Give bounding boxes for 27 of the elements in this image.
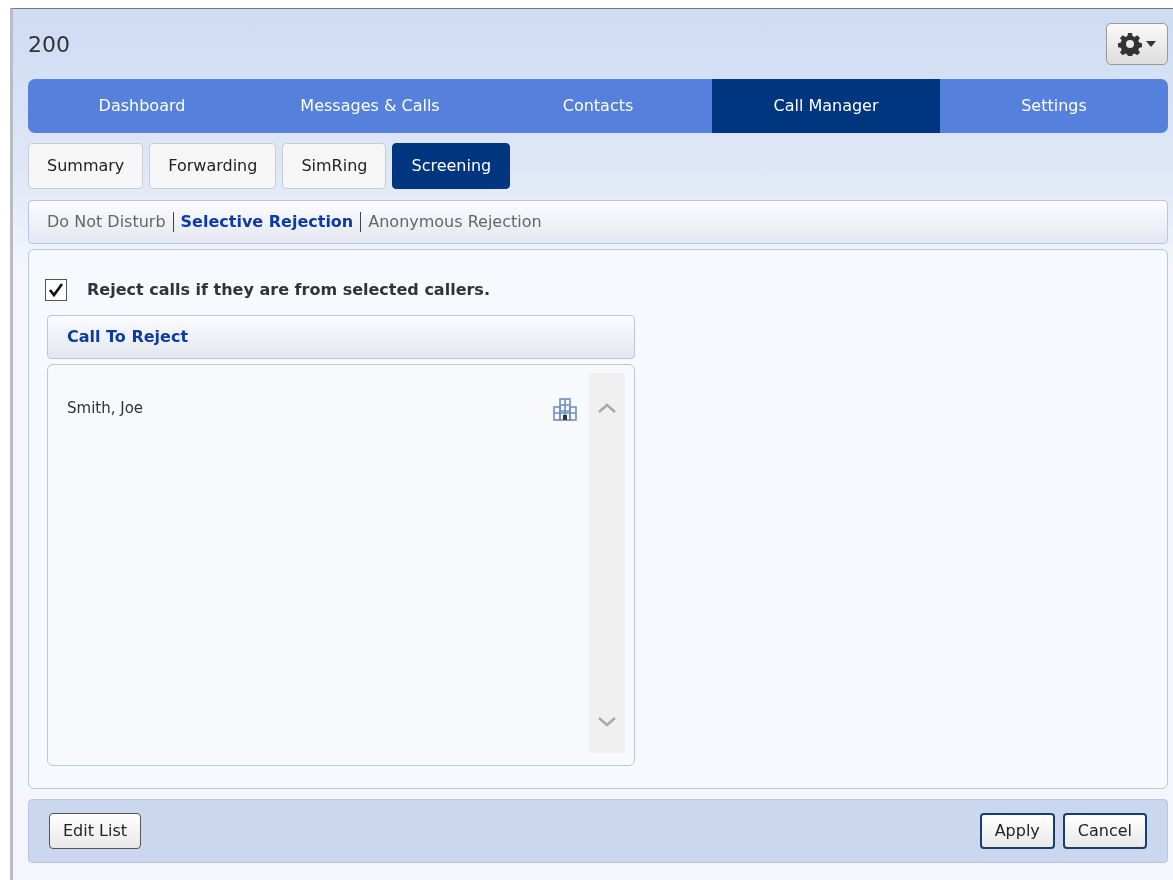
window-title: 200 [28,30,70,59]
building-icon [553,397,577,421]
nav-tab[interactable]: Dashboard [28,79,256,133]
sub-tab[interactable]: Summary [28,143,144,189]
section-link[interactable]: Anonymous Rejection [368,210,542,234]
settings-icon [1118,32,1142,56]
sub-tab[interactable]: Forwarding [149,143,277,189]
footer-button[interactable]: Edit List [49,813,142,849]
checkbox-label: Reject calls if they are from selected callers. [87,279,490,301]
sub-tab[interactable]: SimRing [282,143,387,189]
section-link[interactable]: Do Not Disturb [47,210,166,234]
contact-name: Smith, Joe [67,398,144,419]
scroll-down-icon[interactable] [598,717,616,727]
nav-tab[interactable]: Call Manager [712,79,940,133]
settings-button[interactable] [1106,23,1168,65]
caret-icon [1146,41,1156,47]
checkbox[interactable] [45,279,67,301]
scroll-up-icon[interactable] [598,403,616,413]
nav-tab[interactable]: Messages & Calls [256,79,484,133]
footer-button[interactable]: Apply [979,813,1055,849]
section-link[interactable]: Selective Rejection [180,210,354,234]
scrollbar[interactable] [589,373,625,753]
nav-tab[interactable]: Contacts [484,79,712,133]
list-header: Call To Reject [47,315,635,359]
nav-tab[interactable]: Settings [940,79,1168,133]
sub-tab[interactable]: Screening [392,143,511,189]
footer-button[interactable]: Cancel [1062,813,1147,849]
